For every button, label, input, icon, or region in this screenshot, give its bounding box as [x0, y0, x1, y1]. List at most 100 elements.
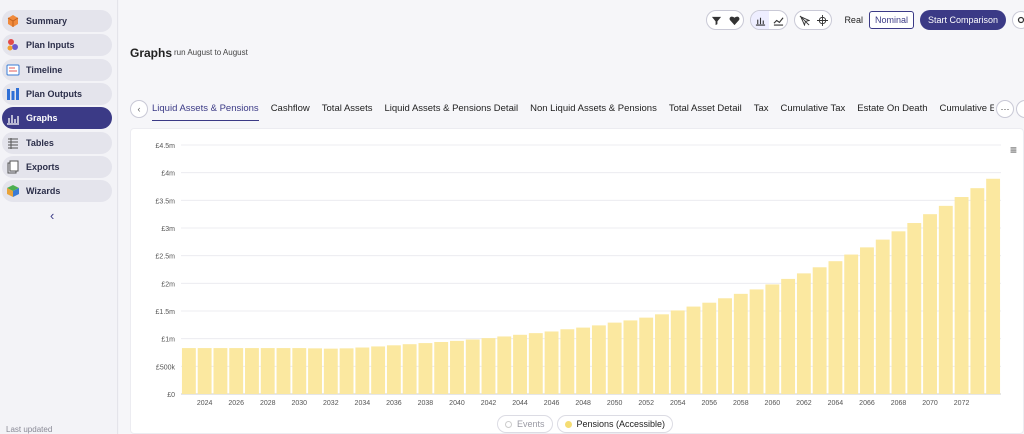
gear-icon[interactable] — [1012, 11, 1024, 29]
bar — [465, 339, 480, 394]
x-tick-label: 2050 — [607, 400, 623, 407]
real-option[interactable]: Real — [838, 15, 869, 25]
chart-type-toggle-group — [750, 10, 789, 30]
y-tick-label: £2.5m — [156, 254, 176, 261]
tab-tax[interactable]: Tax — [754, 99, 769, 121]
sidebar-item-summary[interactable]: Summary — [2, 10, 112, 32]
y-tick-label: £4.5m — [156, 143, 176, 150]
y-tick-label: £3.5m — [156, 198, 176, 205]
tabs-scroll-right-button[interactable] — [1016, 100, 1024, 118]
bar — [245, 348, 259, 394]
x-tick-label: 2068 — [891, 400, 907, 407]
table-icon — [6, 136, 20, 150]
bar — [860, 247, 874, 394]
tab-total-asset-detail[interactable]: Total Asset Detail — [669, 99, 742, 121]
x-tick-label: 2024 — [197, 400, 213, 407]
heart-view-button[interactable] — [725, 11, 743, 29]
bar — [875, 239, 890, 394]
tab-estate-on-death[interactable]: Estate On Death — [857, 99, 927, 121]
bar — [560, 329, 575, 394]
bar — [749, 289, 764, 394]
bar — [828, 261, 843, 394]
x-tick-label: 2034 — [355, 400, 371, 407]
x-tick-label: 2062 — [796, 400, 812, 407]
sidebar-item-wizards[interactable]: Wizards — [2, 180, 112, 203]
x-tick-label: 2048 — [575, 400, 591, 407]
bar — [355, 347, 370, 394]
legend-dot-events — [505, 420, 512, 428]
toolbar: Real Nominal Start Comparison — [706, 10, 1024, 30]
y-tick-label: £2m — [161, 281, 175, 288]
bar — [292, 348, 307, 394]
bar — [576, 327, 591, 394]
sidebar-item-label: Exports — [26, 161, 60, 172]
sidebar-item-label: Wizards — [26, 186, 61, 197]
x-tick-label: 2052 — [638, 400, 654, 407]
bar — [607, 322, 622, 394]
sidebar-item-timeline[interactable]: Timeline — [2, 58, 112, 81]
bar — [276, 348, 291, 394]
tab-total-assets[interactable]: Total Assets — [322, 99, 373, 121]
filter-view-button[interactable] — [707, 11, 725, 29]
sidebar-item-plan-outputs[interactable]: Plan Outputs — [2, 82, 112, 105]
page-subtitle: run August to August — [174, 48, 248, 57]
bar — [686, 306, 701, 394]
x-tick-label: 2060 — [765, 400, 781, 407]
tab-cumulative-tax[interactable]: Cumulative Tax — [781, 99, 846, 121]
main-content: Real Nominal Start Comparison Graphs run… — [119, 0, 1024, 434]
x-tick-label: 2070 — [922, 400, 938, 407]
x-tick-label: 2044 — [512, 400, 528, 407]
nominal-option[interactable]: Nominal — [868, 11, 914, 29]
tab-cashflow[interactable]: Cashflow — [271, 99, 310, 121]
bar — [181, 348, 196, 394]
bar — [213, 348, 228, 394]
plan-outputs-icon — [6, 87, 20, 101]
bar — [386, 345, 401, 394]
exports-icon — [6, 160, 20, 174]
legend-item-events[interactable]: Events — [497, 415, 553, 433]
y-tick-label: £3m — [161, 226, 175, 233]
crosshair-icon[interactable] — [813, 11, 831, 29]
cursor-hide-icon[interactable] — [795, 11, 813, 29]
chart-panel: £0 £500k £1m £1.5m £2m £2.5m £3m £3.5m £4m £4.5m 2… — [130, 128, 1024, 434]
x-tick-label: 2056 — [701, 400, 717, 407]
wizard-icon — [6, 184, 20, 198]
y-tick-label: £1.5m — [156, 309, 176, 316]
plan-inputs-icon — [6, 38, 20, 52]
sidebar-item-tables[interactable]: Tables — [2, 131, 112, 154]
tab-cumulative-estate[interactable]: Cumulative Estate — [940, 99, 994, 121]
bar — [197, 348, 212, 394]
x-tick-label: 2064 — [828, 400, 844, 407]
sidebar-item-label: Timeline — [26, 64, 63, 75]
bar — [718, 298, 732, 394]
sidebar-item-plan-inputs[interactable]: Plan Inputs — [2, 34, 112, 57]
start-comparison-button[interactable]: Start Comparison — [919, 10, 1006, 30]
sidebar-item-graphs[interactable]: Graphs — [2, 107, 112, 130]
chart-menu-icon[interactable]: ≡ — [1010, 143, 1017, 157]
graph-tabs: Liquid Assets & Pensions Cashflow Total As… — [152, 98, 994, 122]
bar — [796, 273, 811, 394]
bar-chart: £0 £500k £1m £1.5m £2m £2.5m £3m £3.5m £4m £4.5m 2… — [156, 143, 1001, 407]
x-tick-label: 2030 — [291, 400, 307, 407]
bar — [323, 348, 338, 394]
line-chart-icon[interactable] — [769, 11, 787, 29]
bar — [954, 197, 969, 394]
collapse-sidebar-button[interactable]: ‹ — [50, 208, 54, 223]
tab-non-liquid-assets-pensions[interactable]: Non Liquid Assets & Pensions — [530, 99, 657, 121]
legend-item-pensions[interactable]: Pensions (Accessible) — [556, 415, 674, 433]
tabs-scroll-left-button[interactable]: ‹ — [130, 100, 148, 118]
tab-liquid-assets-pensions-detail[interactable]: Liquid Assets & Pensions Detail — [384, 99, 518, 121]
bar — [229, 348, 244, 394]
bar — [308, 348, 322, 394]
bar-chart-icon[interactable] — [751, 11, 770, 29]
tab-liquid-assets-pensions[interactable]: Liquid Assets & Pensions — [152, 99, 259, 121]
bar — [481, 338, 496, 394]
bar — [670, 310, 685, 394]
bar — [528, 333, 543, 394]
page-title: Graphs — [130, 46, 173, 60]
x-tick-label: 2054 — [670, 400, 686, 407]
sidebar-item-exports[interactable]: Exports — [2, 155, 112, 178]
bar — [938, 205, 953, 394]
more-tabs-button[interactable]: ⋯ — [996, 100, 1014, 118]
bar — [639, 317, 654, 394]
